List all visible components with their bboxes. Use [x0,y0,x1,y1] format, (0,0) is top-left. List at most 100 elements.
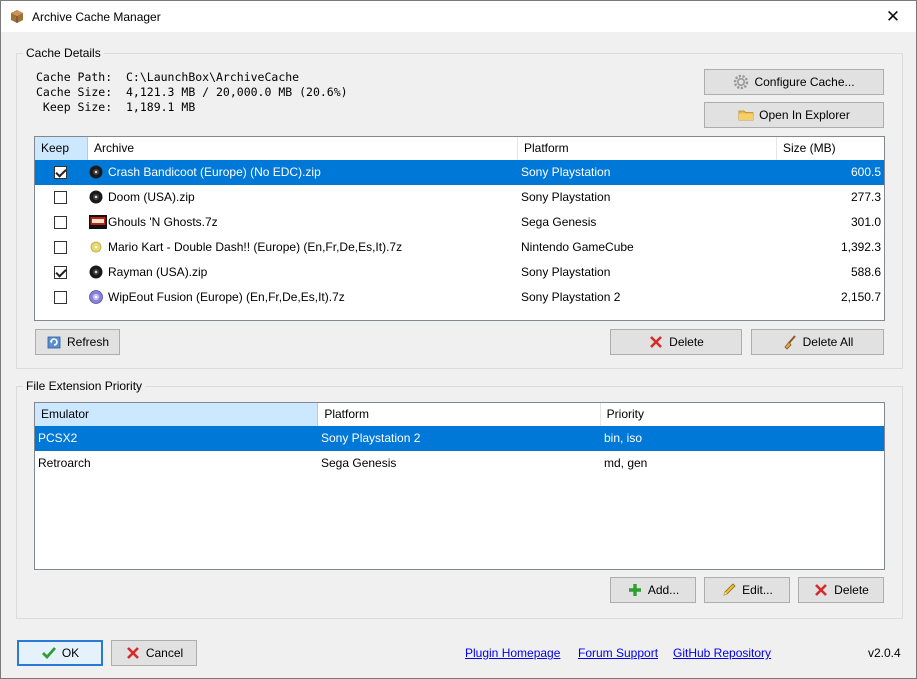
column-header-size[interactable]: Size (MB) [777,137,884,160]
archive-name: Mario Kart - Double Dash!! (Europe) (En,… [108,240,403,254]
title-bar: Archive Cache Manager ✕ [1,1,916,32]
cache-size-line: Cache Size: 4,121.3 MB / 20,000.0 MB (20… [36,85,348,99]
delete-all-button[interactable]: Delete All [751,329,884,355]
red-x-icon [650,336,663,348]
cancel-button[interactable]: Cancel [111,640,197,666]
table-row[interactable]: Doom (USA).zip Sony Playstation 277.3 [35,185,884,210]
ps1-disc-icon [89,190,103,204]
configure-cache-button[interactable]: Configure Cache... [704,69,884,95]
table-row[interactable]: Ghouls 'N Ghosts.7z Sega Genesis 301.0 [35,210,884,235]
keep-checkbox[interactable] [54,166,67,179]
close-button[interactable]: ✕ [870,1,916,32]
archive-name: Rayman (USA).zip [108,265,208,279]
archive-size: 301.0 [850,215,881,229]
column-header-emulator[interactable]: Emulator [35,403,319,426]
main-window: Archive Cache Manager ✕ Cache Details Ca… [0,0,917,679]
ps1-disc-icon [89,165,103,179]
priority-list[interactable]: Emulator Platform Priority PCSX2 Sony Pla… [34,402,885,570]
archive-size: 2,150.7 [840,290,881,304]
ok-button[interactable]: OK [17,640,103,666]
archive-size: 277.3 [850,190,881,204]
table-row[interactable]: Retroarch Sega Genesis md, gen [35,451,884,476]
archive-platform: Sony Playstation 2 [521,290,621,304]
red-x-icon [126,647,139,659]
archive-size: 600.5 [850,165,881,179]
archive-platform: Sony Playstation [521,265,611,279]
add-button[interactable]: Add... [610,577,696,603]
configure-cache-label: Configure Cache... [754,75,855,89]
extension-priority: bin, iso [604,431,643,445]
table-row[interactable]: WipEout Fusion (Europe) (En,Fr,De,Es,It)… [35,285,884,310]
folder-icon [738,110,754,121]
cache-list-header: Keep Archive Platform Size (MB) [35,137,884,160]
ok-label: OK [61,646,80,660]
priority-title: File Extension Priority [23,379,146,393]
refresh-label: Refresh [66,335,110,349]
delete-cache-button[interactable]: Delete [610,329,742,355]
emulator-platform: Sega Genesis [321,456,397,470]
cache-details-title: Cache Details [23,46,104,60]
table-row[interactable]: Mario Kart - Double Dash!! (Europe) (En,… [35,235,884,260]
archive-platform: Nintendo GameCube [521,240,634,254]
open-in-explorer-button[interactable]: Open In Explorer [704,102,884,128]
column-header-priority[interactable]: Priority [600,403,884,426]
broom-icon [784,335,796,350]
keep-checkbox[interactable] [54,216,67,229]
archive-name: Crash Bandicoot (Europe) (No EDC).zip [108,165,321,179]
delete-priority-label: Delete [834,583,869,597]
archive-size: 588.6 [850,265,881,279]
ps1-disc-icon [89,265,103,279]
keep-size-line: Keep Size: 1,189.1 MB [36,100,196,114]
keep-checkbox[interactable] [54,241,67,254]
archive-platform: Sega Genesis [521,215,597,229]
edit-button[interactable]: Edit... [704,577,790,603]
table-row[interactable]: Rayman (USA).zip Sony Playstation 588.6 [35,260,884,285]
github-repository-link[interactable]: GitHub Repository [673,646,771,660]
delete-all-label: Delete All [802,335,854,349]
gamecube-disc-icon [89,240,103,254]
red-x-icon [815,584,828,596]
cancel-label: Cancel [145,646,184,660]
cache-archive-list[interactable]: Keep Archive Platform Size (MB) Crash Ba… [34,136,885,321]
add-label: Add... [647,583,680,597]
open-in-explorer-label: Open In Explorer [759,108,850,122]
column-header-archive[interactable]: Archive [88,137,518,160]
version-label: v2.0.4 [868,646,901,660]
window-title: Archive Cache Manager [32,10,161,24]
archive-size: 1,392.3 [840,240,881,254]
table-row[interactable]: Crash Bandicoot (Europe) (No EDC).zip Son… [35,160,884,185]
plugin-homepage-link[interactable]: Plugin Homepage [465,646,560,660]
keep-checkbox[interactable] [54,266,67,279]
cache-path-line: Cache Path: C:\LaunchBox\ArchiveCache [36,70,300,84]
app-box-icon [11,10,23,23]
emulator-name: Retroarch [38,456,91,470]
plus-icon [628,584,641,596]
table-row[interactable]: PCSX2 Sony Playstation 2 bin, iso [35,426,884,451]
ps2-disc-icon [89,290,103,304]
archive-name: WipEout Fusion (Europe) (En,Fr,De,Es,It)… [108,290,345,304]
column-header-keep[interactable]: Keep [35,137,88,160]
delete-cache-label: Delete [669,335,704,349]
archive-platform: Sony Playstation [521,165,611,179]
extension-priority: md, gen [604,456,648,470]
column-header-platform[interactable]: Platform [518,137,777,160]
genesis-cart-icon [89,215,107,229]
pencil-icon [723,583,736,596]
archive-name: Doom (USA).zip [108,190,195,204]
emulator-platform: Sony Playstation 2 [321,431,421,445]
edit-label: Edit... [742,583,773,597]
priority-list-header: Emulator Platform Priority [35,403,884,426]
close-icon: ✕ [885,6,901,26]
refresh-button[interactable]: Refresh [35,329,120,355]
delete-priority-button[interactable]: Delete [798,577,884,603]
archive-name: Ghouls 'N Ghosts.7z [108,215,218,229]
refresh-icon [47,336,61,349]
column-header-emulator-platform[interactable]: Platform [318,403,601,426]
archive-platform: Sony Playstation [521,190,611,204]
keep-checkbox[interactable] [54,291,67,304]
keep-checkbox[interactable] [54,191,67,204]
gear-icon [734,74,749,90]
emulator-name: PCSX2 [38,431,78,445]
forum-support-link[interactable]: Forum Support [578,646,658,660]
checkmark-icon [41,647,56,660]
